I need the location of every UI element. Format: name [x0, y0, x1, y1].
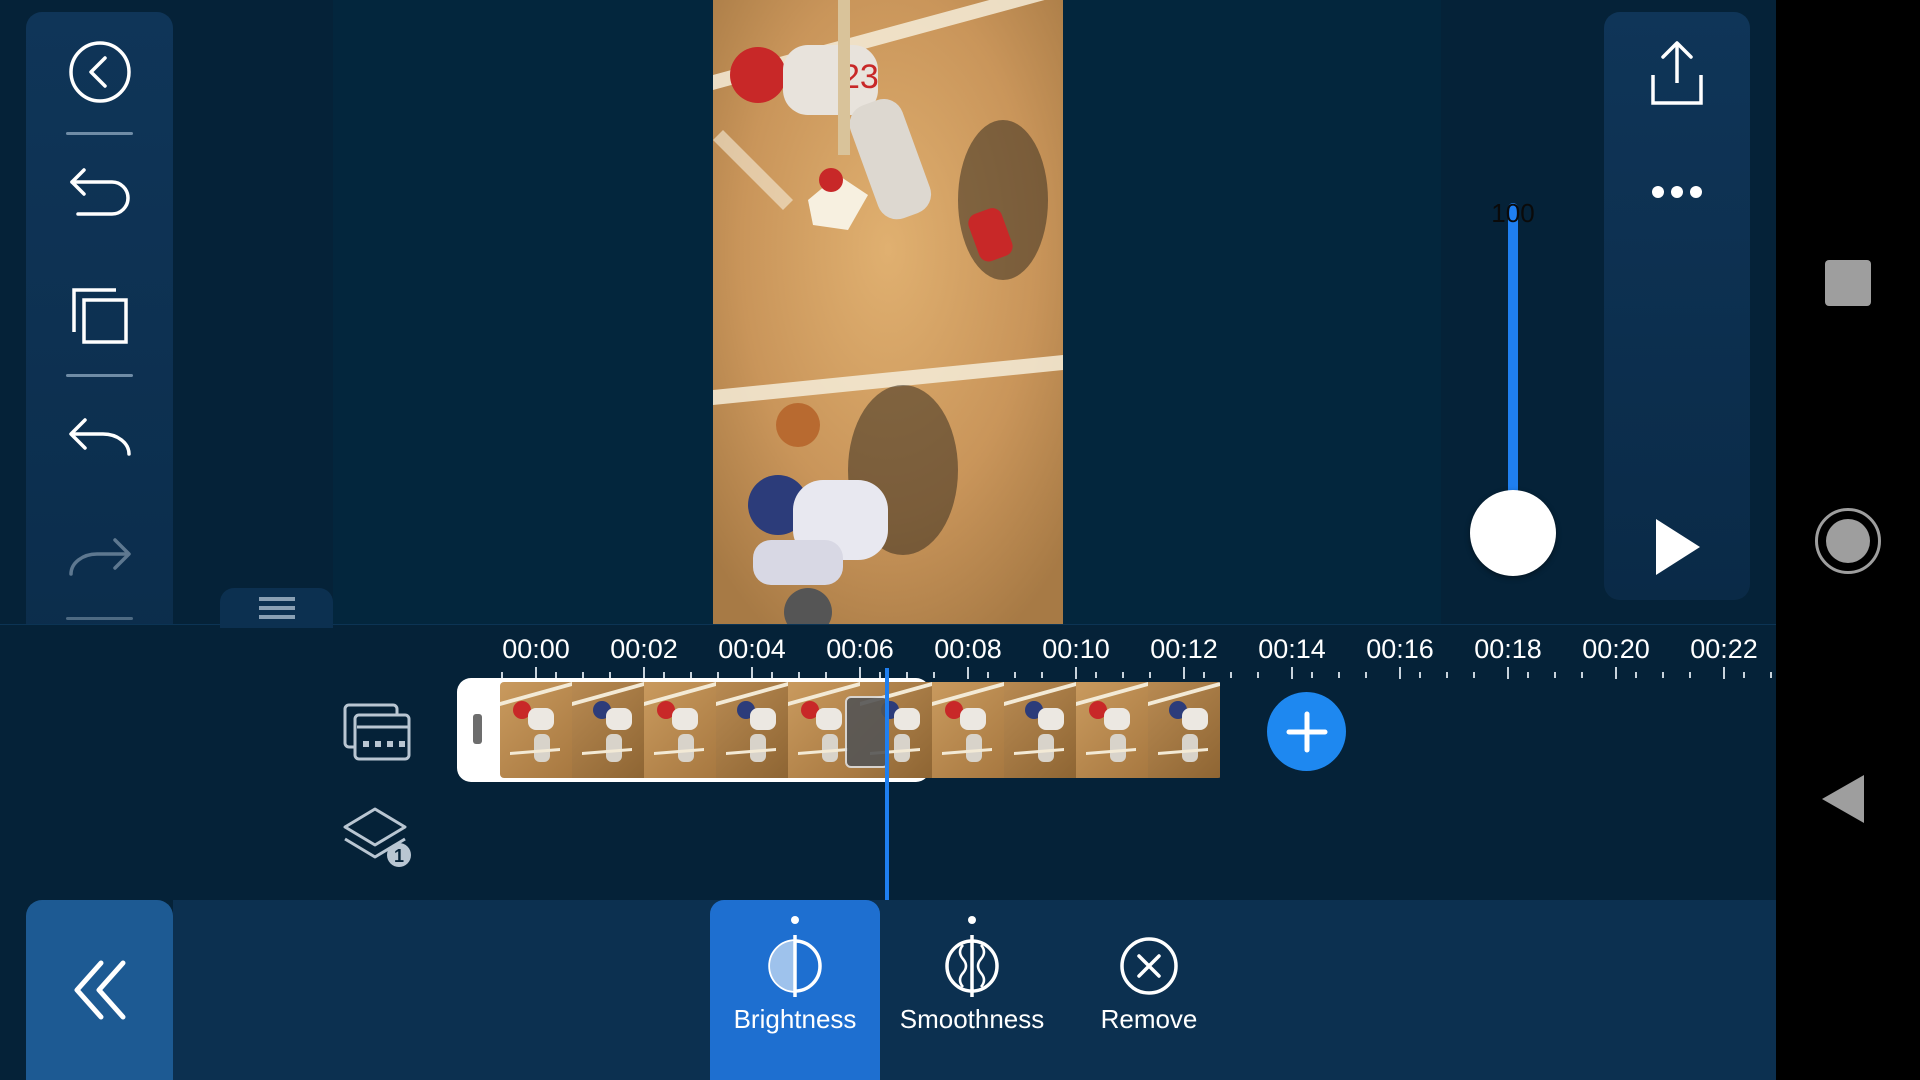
brightness-label: Brightness — [733, 1004, 857, 1034]
time-label: 00:22 — [1690, 634, 1758, 664]
minor-tick — [1446, 672, 1448, 678]
brightness-slider-value: 100 — [1491, 198, 1535, 228]
transition-marker[interactable] — [845, 696, 889, 768]
brightness-slider-track[interactable] — [1508, 203, 1518, 533]
video-preview-frame[interactable]: 23 — [713, 0, 1063, 624]
layers-icon[interactable]: 1 — [343, 805, 415, 871]
major-tick — [1291, 667, 1293, 679]
smoothness-tool-button[interactable]: Smoothness — [887, 900, 1057, 1080]
major-tick — [967, 667, 969, 679]
clip-thumbnail — [932, 682, 1004, 778]
clip-thumbnail — [716, 682, 788, 778]
remove-icon — [1119, 936, 1179, 996]
time-label: 00:08 — [934, 634, 1002, 664]
smoothness-icon — [942, 935, 1002, 997]
undo-icon[interactable] — [66, 160, 134, 228]
time-label: 00:02 — [610, 634, 678, 664]
right-panel — [1604, 12, 1750, 600]
redo-icon[interactable] — [66, 522, 134, 590]
time-label: 00:20 — [1582, 634, 1650, 664]
minor-tick — [1095, 672, 1097, 678]
time-label: 00:00 — [502, 634, 570, 664]
minor-tick — [1041, 672, 1043, 678]
collapse-button[interactable] — [26, 900, 173, 1080]
minor-tick — [1311, 672, 1313, 678]
back-icon[interactable] — [66, 38, 134, 106]
remove-tool-button[interactable]: Remove — [1064, 900, 1234, 1080]
playhead[interactable] — [885, 668, 889, 900]
major-tick — [1615, 667, 1617, 679]
play-icon[interactable] — [1646, 512, 1708, 582]
minor-tick — [1338, 672, 1340, 678]
minor-tick — [1473, 672, 1475, 678]
minor-tick — [1662, 672, 1664, 678]
smoothness-label: Smoothness — [899, 1004, 1045, 1034]
major-tick — [1399, 667, 1401, 679]
major-tick — [1183, 667, 1185, 679]
menu-icon — [258, 597, 295, 619]
clip-thumbnail — [1148, 682, 1220, 778]
minor-tick — [1554, 672, 1556, 678]
clip-trim-handle-left[interactable] — [473, 714, 482, 744]
clip-thumbnail — [572, 682, 644, 778]
minor-tick — [1149, 672, 1151, 678]
system-navigation-bar — [1776, 0, 1920, 1080]
video-frame-image: 23 — [713, 0, 1063, 624]
toolbar-divider — [66, 617, 133, 620]
clip-thumbnail — [644, 682, 716, 778]
time-label: 00:12 — [1150, 634, 1218, 664]
remove-label: Remove — [1100, 1004, 1198, 1034]
minor-tick — [1743, 672, 1745, 678]
minor-tick — [1014, 672, 1016, 678]
time-label: 00:04 — [718, 634, 786, 664]
clip-thumbnail — [500, 682, 572, 778]
brightness-tool-button[interactable]: Brightness — [710, 900, 880, 1080]
active-indicator-dot — [791, 916, 799, 924]
tool-indicator-dot — [968, 916, 976, 924]
minor-tick — [1257, 672, 1259, 678]
minor-tick — [1770, 672, 1772, 678]
minor-tick — [1419, 672, 1421, 678]
minor-tick — [987, 672, 989, 678]
minor-tick — [933, 672, 935, 678]
minor-tick — [1365, 672, 1367, 678]
minor-tick — [1122, 672, 1124, 678]
recents-icon[interactable] — [1825, 260, 1871, 306]
toolbar-divider — [66, 374, 133, 377]
toolbar-divider — [66, 132, 133, 135]
plus-icon — [1286, 711, 1327, 752]
clip-thumbnail — [1004, 682, 1076, 778]
add-clip-button[interactable] — [1267, 692, 1346, 771]
brightness-icon — [765, 935, 825, 997]
minor-tick — [1581, 672, 1583, 678]
minor-tick — [1230, 672, 1232, 678]
time-label: 00:16 — [1366, 634, 1434, 664]
minor-tick — [1635, 672, 1637, 678]
home-icon[interactable] — [1815, 508, 1881, 574]
major-tick — [1723, 667, 1725, 679]
minor-tick — [1689, 672, 1691, 678]
time-label: 00:18 — [1474, 634, 1542, 664]
minor-tick — [1203, 672, 1205, 678]
back-nav-icon[interactable] — [1820, 773, 1870, 825]
clip-thumbnail — [1076, 682, 1148, 778]
minor-tick — [1527, 672, 1529, 678]
timeline-drag-handle[interactable] — [220, 588, 333, 628]
undo-icon[interactable] — [66, 402, 134, 470]
brightness-slider-thumb[interactable] — [1470, 490, 1556, 576]
major-tick — [1075, 667, 1077, 679]
time-label: 00:06 — [826, 634, 894, 664]
layer-count-badge: 1 — [394, 846, 404, 866]
clip-strip-view-icon[interactable] — [343, 697, 413, 765]
time-label: 00:10 — [1042, 634, 1110, 664]
share-icon[interactable] — [1642, 38, 1712, 108]
double-chevron-left-icon — [74, 960, 125, 1020]
time-label: 00:14 — [1258, 634, 1326, 664]
major-tick — [1507, 667, 1509, 679]
more-icon[interactable] — [1642, 177, 1712, 207]
duplicate-icon[interactable] — [66, 282, 134, 350]
